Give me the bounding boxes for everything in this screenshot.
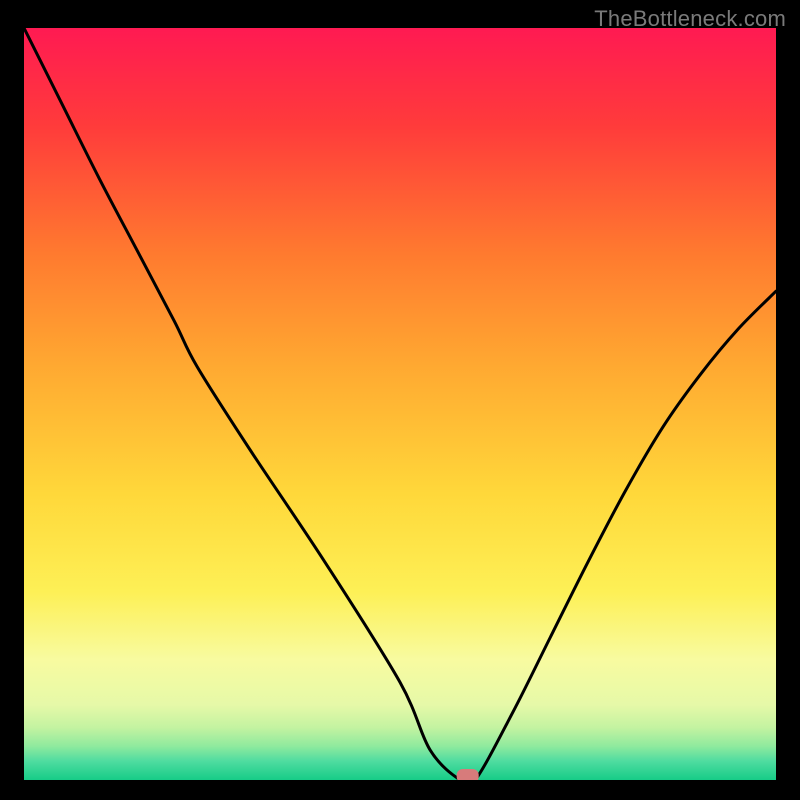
- bottleneck-chart: [24, 28, 776, 780]
- optimum-marker: [457, 769, 479, 780]
- chart-frame: TheBottleneck.com: [0, 0, 800, 800]
- gradient-background: [24, 28, 776, 780]
- watermark-label: TheBottleneck.com: [594, 6, 786, 32]
- plot-area: [24, 28, 776, 780]
